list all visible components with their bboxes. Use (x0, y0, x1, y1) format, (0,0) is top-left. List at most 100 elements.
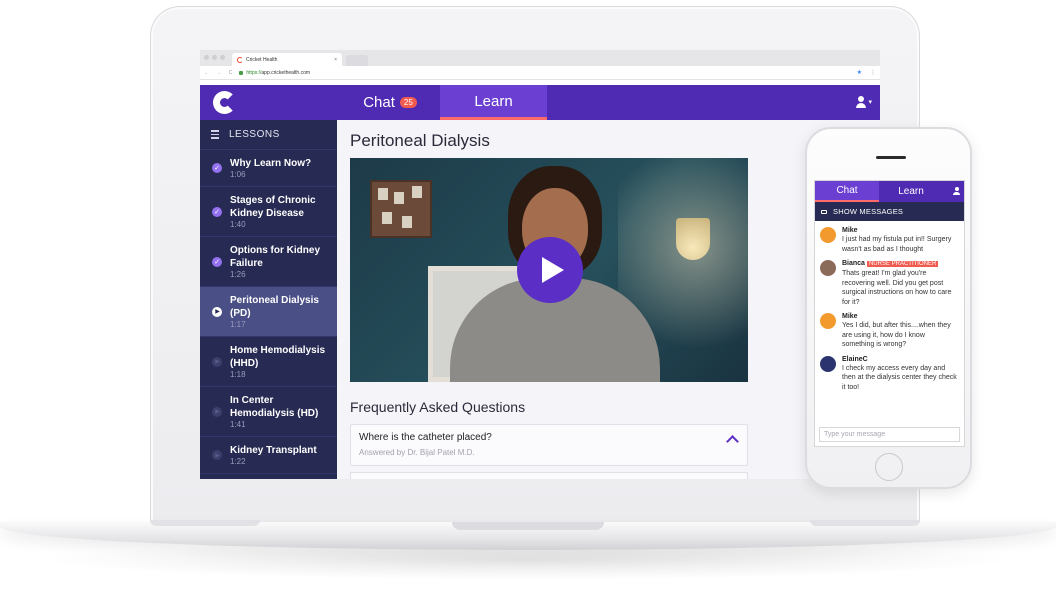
avatar (820, 227, 836, 243)
video-background-lamp (676, 218, 710, 260)
author-name: Mike (842, 227, 858, 234)
play-icon: ▶ (212, 356, 222, 367)
lesson-title: Why Learn Now? (230, 158, 312, 169)
browser-tab[interactable]: Cricket Health × (232, 53, 342, 66)
lesson-title: Kidney Transplant (230, 445, 317, 456)
lesson-item[interactable]: ✓ Options for Kidney Failure 1:26 (200, 237, 337, 287)
check-icon: ✓ (212, 206, 222, 217)
chat-message: Mike Yes I did, but after this....when th… (815, 312, 964, 350)
messages-icon (821, 209, 827, 214)
list-icon (211, 130, 219, 139)
faq-question: Where is the catheter placed? (359, 432, 492, 443)
author-name: ElaineC (842, 355, 868, 363)
lesson-content: Peritoneal Dialysis Frequently Asked Que… (337, 120, 880, 479)
chat-message: Mike I just had my fistula put in!! Surge… (815, 226, 964, 254)
message-text: I check my access every day and then at … (842, 364, 957, 391)
lesson-item[interactable]: ✓ Why Learn Now? 1:06 (200, 150, 337, 187)
message-text: I just had my fistula put in!! Surgery w… (842, 236, 952, 253)
laptop-foot-right (810, 520, 920, 526)
faq-item[interactable]: Where is the catheter placed? Answered b… (350, 424, 748, 466)
avatar (820, 355, 836, 372)
message-input[interactable]: Type your message (819, 427, 960, 442)
lesson-duration: 1:17 (230, 320, 246, 329)
lesson-item[interactable]: ▶ In Center Hemodialysis (HD) 1:41 (200, 387, 337, 437)
laptop-foot-left (150, 520, 260, 526)
tab-learn[interactable]: Learn (440, 85, 547, 120)
tab-chat[interactable]: Chat 25 (340, 85, 440, 120)
lesson-item[interactable]: ▶Medical Care (200, 474, 337, 479)
tab-learn-label: Learn (474, 92, 513, 110)
lessons-sidebar: LESSONS ✓ Why Learn Now? 1:06 ✓ Stages of Ch… (200, 120, 337, 479)
chevron-up-icon[interactable] (726, 435, 739, 448)
phone-tab-chat[interactable]: Chat (815, 181, 879, 202)
show-messages-label: SHOW MESSAGES (833, 207, 904, 216)
message-author: Bianca NURSE PRACTITIONER (842, 259, 958, 269)
lesson-item[interactable]: ▶ Home Hemodialysis (HHD) 1:18 (200, 337, 337, 387)
phone-screen: Chat Learn SHOW MESSAGES Mike I just had … (814, 180, 965, 447)
tab-chat-label: Chat (363, 94, 395, 111)
bookmark-star-icon[interactable]: ★ (857, 69, 862, 76)
lessons-heading: LESSONS (200, 120, 337, 150)
browser-tab-bar: Cricket Health × (200, 50, 880, 66)
phone-speaker (876, 156, 906, 159)
phone-tab-learn[interactable]: Learn (879, 181, 943, 202)
play-icon: ▶ (212, 450, 222, 460)
lesson-duration: 1:18 (230, 370, 246, 379)
lesson-item[interactable]: ▶ Peritoneal Dialysis (PD) 1:17 (200, 287, 337, 337)
phone-device: Chat Learn SHOW MESSAGES Mike I just had … (805, 127, 972, 489)
lesson-duration: 1:41 (230, 420, 246, 429)
avatar (820, 260, 836, 276)
chat-message: Bianca NURSE PRACTITIONER Thats great! I'm… (815, 259, 964, 307)
play-icon (542, 257, 564, 283)
message-text: Yes I did, but after this....when they a… (842, 322, 951, 348)
laptop-screen: Cricket Health × ← → C https://app.crick… (200, 50, 880, 479)
phone-header: Chat Learn (815, 181, 964, 202)
message-author: ElaineC (842, 355, 958, 364)
lesson-list: ✓ Why Learn Now? 1:06 ✓ Stages of Chronic Ki… (200, 150, 337, 479)
user-menu[interactable]: ▾ (856, 96, 872, 108)
user-icon (856, 96, 867, 108)
url-text[interactable]: https://app.crickethealth.com (246, 70, 310, 76)
chevron-down-icon: ▾ (868, 99, 872, 106)
lesson-duration: 1:26 (230, 270, 246, 279)
browser-tab-title: Cricket Health (246, 56, 278, 63)
show-messages-bar[interactable]: SHOW MESSAGES (815, 202, 964, 221)
message-text: Thats great! I'm glad you're recovering … (842, 270, 952, 306)
app-header: Chat 25 Learn ▾ (200, 85, 880, 120)
lock-icon (239, 70, 244, 75)
play-button[interactable] (517, 237, 583, 303)
cricket-logo[interactable] (213, 91, 236, 114)
browser-menu-icon[interactable]: ⋮ (870, 69, 876, 76)
phone-user-icon[interactable] (953, 187, 960, 195)
browser-nav-icons[interactable]: ← → C (204, 70, 235, 76)
lesson-item[interactable]: ▶ Kidney Transplant 1:22 (200, 437, 337, 474)
author-name: Bianca (842, 260, 865, 267)
lesson-title: Peritoneal Dialysis (PD) (230, 295, 319, 319)
lesson-title: Options for Kidney Failure (230, 245, 320, 269)
window-controls[interactable] (204, 55, 225, 60)
lesson-item[interactable]: ✓ Stages of Chronic Kidney Disease 1:40 (200, 187, 337, 237)
faq-answer-credit: Answered by Dr. Bijal Patel M.D. (359, 448, 475, 457)
message-author: Mike (842, 312, 958, 321)
lesson-title: Home Hemodialysis (HHD) (230, 345, 326, 369)
new-tab-button[interactable] (346, 55, 368, 66)
lesson-title: Stages of Chronic Kidney Disease (230, 195, 316, 219)
avatar (820, 313, 836, 329)
video-background-board (370, 180, 432, 238)
lesson-duration: 1:22 (230, 457, 246, 466)
play-icon: ▶ (212, 306, 222, 317)
lessons-heading-label: LESSONS (229, 129, 280, 140)
tab-close-icon[interactable]: × (334, 57, 337, 63)
laptop-notch (452, 522, 604, 530)
mockup-stage: { "browser": { "tab_title": "Cricket Hea… (0, 0, 1056, 601)
faq-item-next[interactable] (350, 472, 748, 479)
video-player[interactable] (350, 158, 748, 382)
check-icon: ✓ (212, 163, 222, 173)
chat-message-list: Mike I just had my fistula put in!! Surge… (815, 226, 964, 392)
page-title: Peritoneal Dialysis (350, 131, 490, 150)
faq-heading: Frequently Asked Questions (350, 399, 526, 415)
chat-unread-badge: 25 (399, 97, 417, 108)
browser-address-bar[interactable]: ← → C https://app.crickethealth.com ★ ⋮ (200, 66, 880, 80)
phone-home-button[interactable] (875, 453, 903, 481)
chat-message: ElaineC I check my access every day and t… (815, 355, 964, 393)
